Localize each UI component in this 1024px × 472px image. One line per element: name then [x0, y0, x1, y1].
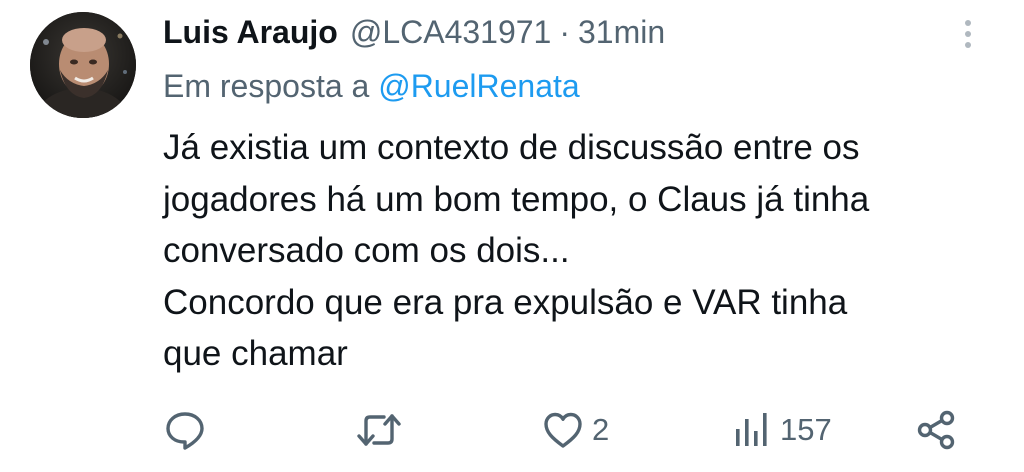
- tweet-header: Luis Araujo @LCA431971 · 31min: [163, 10, 665, 54]
- reply-icon: [166, 412, 204, 450]
- more-options-button[interactable]: [956, 16, 980, 52]
- views-count: 157: [780, 412, 832, 447]
- heart-icon: [544, 412, 582, 448]
- reply-context: Em resposta a @RuelRenata: [163, 64, 580, 108]
- retweet-button[interactable]: [356, 400, 402, 460]
- more-vertical-icon: [965, 20, 971, 48]
- action-bar: 2 157: [0, 400, 1024, 460]
- share-icon: [917, 410, 955, 450]
- reply-button[interactable]: [164, 400, 206, 460]
- avatar[interactable]: [30, 12, 136, 118]
- retweet-icon: [357, 414, 401, 446]
- tweet-paragraph: Concordo que era pra expulsão e VAR tinh…: [163, 282, 848, 374]
- reply-prefix: Em resposta a: [163, 68, 370, 104]
- timestamp[interactable]: 31min: [578, 10, 665, 54]
- like-count: 2: [592, 412, 610, 447]
- views-button[interactable]: 157: [732, 400, 832, 460]
- tweet-paragraph: Já existia um contexto de discussão entr…: [163, 128, 870, 270]
- tweet[interactable]: Luis Araujo @LCA431971 · 31min Em respos…: [0, 0, 1024, 472]
- share-button[interactable]: [916, 400, 958, 460]
- avatar-image: [30, 12, 136, 118]
- like-button[interactable]: 2: [542, 400, 609, 460]
- reply-mention-link[interactable]: @RuelRenata: [378, 68, 579, 104]
- author-name[interactable]: Luis Araujo: [163, 10, 338, 54]
- separator-dot: ·: [559, 14, 570, 50]
- tweet-text: Já existia um contexto de discussão entr…: [163, 122, 993, 380]
- views-icon: [736, 413, 767, 446]
- author-handle[interactable]: @LCA431971: [350, 10, 552, 54]
